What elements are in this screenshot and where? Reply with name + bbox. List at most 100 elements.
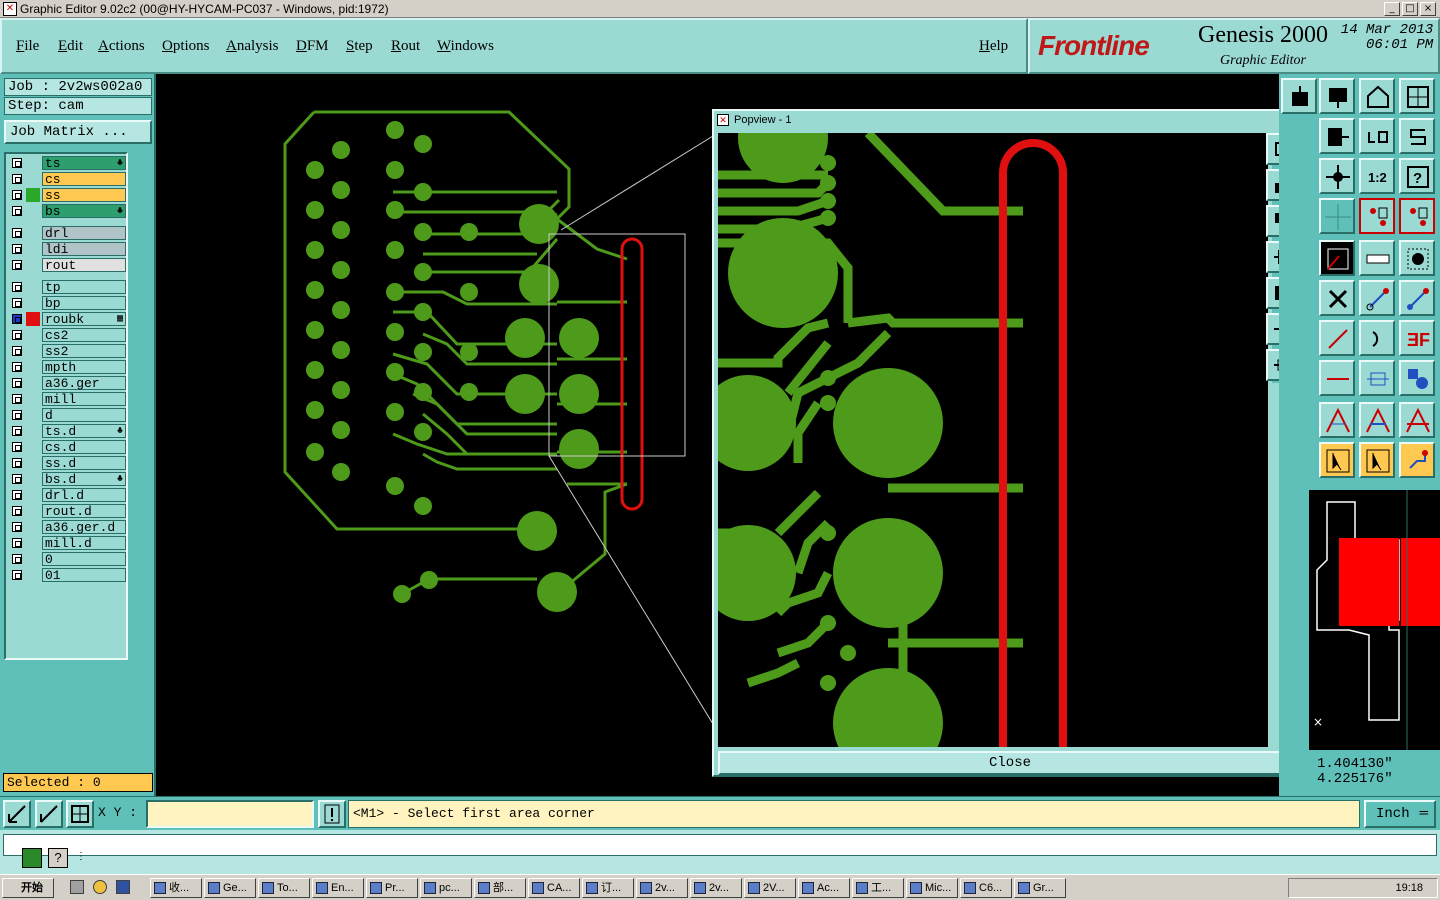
layer-color-swatch[interactable] <box>26 568 40 582</box>
layer-row[interactable]: roubk ▦ <box>8 312 126 326</box>
layer-name[interactable]: roubk ▦ <box>42 312 126 326</box>
layer-color-swatch[interactable] <box>26 280 40 294</box>
ruler-icon[interactable] <box>1359 240 1395 276</box>
hline-icon[interactable] <box>1319 360 1355 396</box>
layer-name[interactable]: cs.d <box>42 440 126 454</box>
overview-map[interactable]: × <box>1309 490 1440 750</box>
undo-view-icon[interactable] <box>1359 118 1395 154</box>
layer-name[interactable]: a36.ger <box>42 376 126 390</box>
layer-row[interactable]: bs.d ♣ <box>8 472 126 486</box>
pad-icon[interactable] <box>1399 240 1435 276</box>
resize-icon[interactable] <box>1359 360 1395 396</box>
select-net-icon[interactable] <box>1399 442 1435 478</box>
layer-color-swatch[interactable] <box>26 424 40 438</box>
layer-checkbox[interactable] <box>12 158 22 168</box>
layer-name[interactable]: ss <box>42 188 126 202</box>
snap-icon[interactable] <box>1359 198 1395 234</box>
layer-name[interactable]: ss.d <box>42 456 126 470</box>
select-alt-icon[interactable] <box>1359 442 1395 478</box>
layer-row[interactable]: rout <box>8 258 126 272</box>
grid-icon[interactable] <box>1319 198 1355 234</box>
quicklaunch-1-icon[interactable] <box>70 880 84 894</box>
layer-checkbox[interactable] <box>12 260 22 270</box>
start-button[interactable]: 开始 <box>2 878 54 898</box>
layer-row[interactable]: 01 <box>8 568 126 582</box>
layer-row[interactable]: ts.d ♣ <box>8 424 126 438</box>
angle-alt-icon[interactable] <box>1359 402 1395 438</box>
layer-color-swatch[interactable] <box>26 408 40 422</box>
layer-checkbox[interactable] <box>12 506 22 516</box>
layer-color-swatch[interactable] <box>26 258 40 272</box>
popview-canvas[interactable] <box>718 133 1268 747</box>
menu-rout[interactable]: Rout <box>391 38 420 55</box>
task-button[interactable]: CA... <box>528 878 580 898</box>
menu-edit[interactable]: Edit <box>58 38 83 55</box>
help-query-icon[interactable]: ? <box>48 848 68 868</box>
redraw-icon[interactable] <box>1399 118 1435 154</box>
layer-color-swatch[interactable] <box>26 296 40 310</box>
angle-red-icon[interactable] <box>1399 402 1435 438</box>
layer-checkbox[interactable] <box>12 474 22 484</box>
layer-row[interactable]: mill.d <box>8 536 126 550</box>
layer-name[interactable]: d <box>42 408 126 422</box>
shapes-icon[interactable] <box>1399 360 1435 396</box>
menu-dfm[interactable]: DFM <box>296 38 329 55</box>
layer-row[interactable]: ldi <box>8 242 126 256</box>
layer-name[interactable]: drl <box>42 226 126 240</box>
layer-name[interactable]: drl.d <box>42 488 126 502</box>
layer-name[interactable]: bs.d ♣ <box>42 472 126 486</box>
layer-checkbox[interactable] <box>12 554 22 564</box>
layer-color-swatch[interactable] <box>26 552 40 566</box>
layer-color-swatch[interactable] <box>26 488 40 502</box>
menu-step[interactable]: Step <box>346 38 373 55</box>
layer-name[interactable]: bp <box>42 296 126 310</box>
task-button[interactable]: Mic... <box>906 878 958 898</box>
layer-row[interactable]: ss.d <box>8 456 126 470</box>
zoom-reset-icon[interactable] <box>35 800 63 828</box>
layer-row[interactable]: bp <box>8 296 126 310</box>
line-point-alt-icon[interactable] <box>1399 280 1435 316</box>
layer-color-swatch[interactable] <box>26 204 40 218</box>
layer-name[interactable]: cs <box>42 172 126 186</box>
menu-file[interactable]: File <box>16 38 39 55</box>
task-button[interactable]: 2v... <box>690 878 742 898</box>
layer-checkbox[interactable] <box>12 394 22 404</box>
task-button[interactable]: 2v... <box>636 878 688 898</box>
pan-right-icon[interactable] <box>1319 118 1355 154</box>
script-icon[interactable] <box>22 848 42 868</box>
layer-checkbox[interactable] <box>12 458 22 468</box>
quicklaunch-2-icon[interactable] <box>93 880 107 894</box>
split-view-icon[interactable] <box>1399 78 1435 114</box>
task-button[interactable]: 工... <box>852 878 904 898</box>
more-icon[interactable]: ⋮ <box>74 848 88 868</box>
layer-row[interactable]: cs <box>8 172 126 186</box>
layer-row[interactable]: bs ♣ <box>8 204 126 218</box>
layer-checkbox[interactable] <box>12 490 22 500</box>
layer-color-swatch[interactable] <box>26 344 40 358</box>
task-button[interactable]: Gr... <box>1014 878 1066 898</box>
layer-checkbox[interactable] <box>12 190 22 200</box>
layer-name[interactable]: a36.ger.d <box>42 520 126 534</box>
layer-row[interactable]: ts ♣ <box>8 156 126 170</box>
layer-name[interactable]: 0 <box>42 552 126 566</box>
layer-color-swatch[interactable] <box>26 328 40 342</box>
task-button[interactable]: To... <box>258 878 310 898</box>
zoom-1-to-2-icon[interactable]: 1:2 <box>1359 158 1395 194</box>
text-icon[interactable]: ƎF <box>1399 320 1435 356</box>
add-line-icon[interactable] <box>1319 320 1355 356</box>
task-button[interactable]: En... <box>312 878 364 898</box>
units-select[interactable]: Inch ═ <box>1364 800 1436 828</box>
command-input[interactable] <box>3 834 1437 856</box>
layer-name[interactable]: ts ♣ <box>42 156 126 170</box>
layer-checkbox[interactable] <box>12 346 22 356</box>
layer-color-swatch[interactable] <box>26 242 40 256</box>
layer-checkbox[interactable] <box>12 410 22 420</box>
zoom-area-icon[interactable] <box>3 800 31 828</box>
layer-checkbox[interactable] <box>12 570 22 580</box>
layer-name[interactable]: tp <box>42 280 126 294</box>
layer-row[interactable]: d <box>8 408 126 422</box>
layer-name[interactable]: cs2 <box>42 328 126 342</box>
layer-checkbox[interactable] <box>12 282 22 292</box>
menu-help[interactable]: Help <box>979 38 1008 55</box>
layer-checkbox[interactable] <box>12 522 22 532</box>
